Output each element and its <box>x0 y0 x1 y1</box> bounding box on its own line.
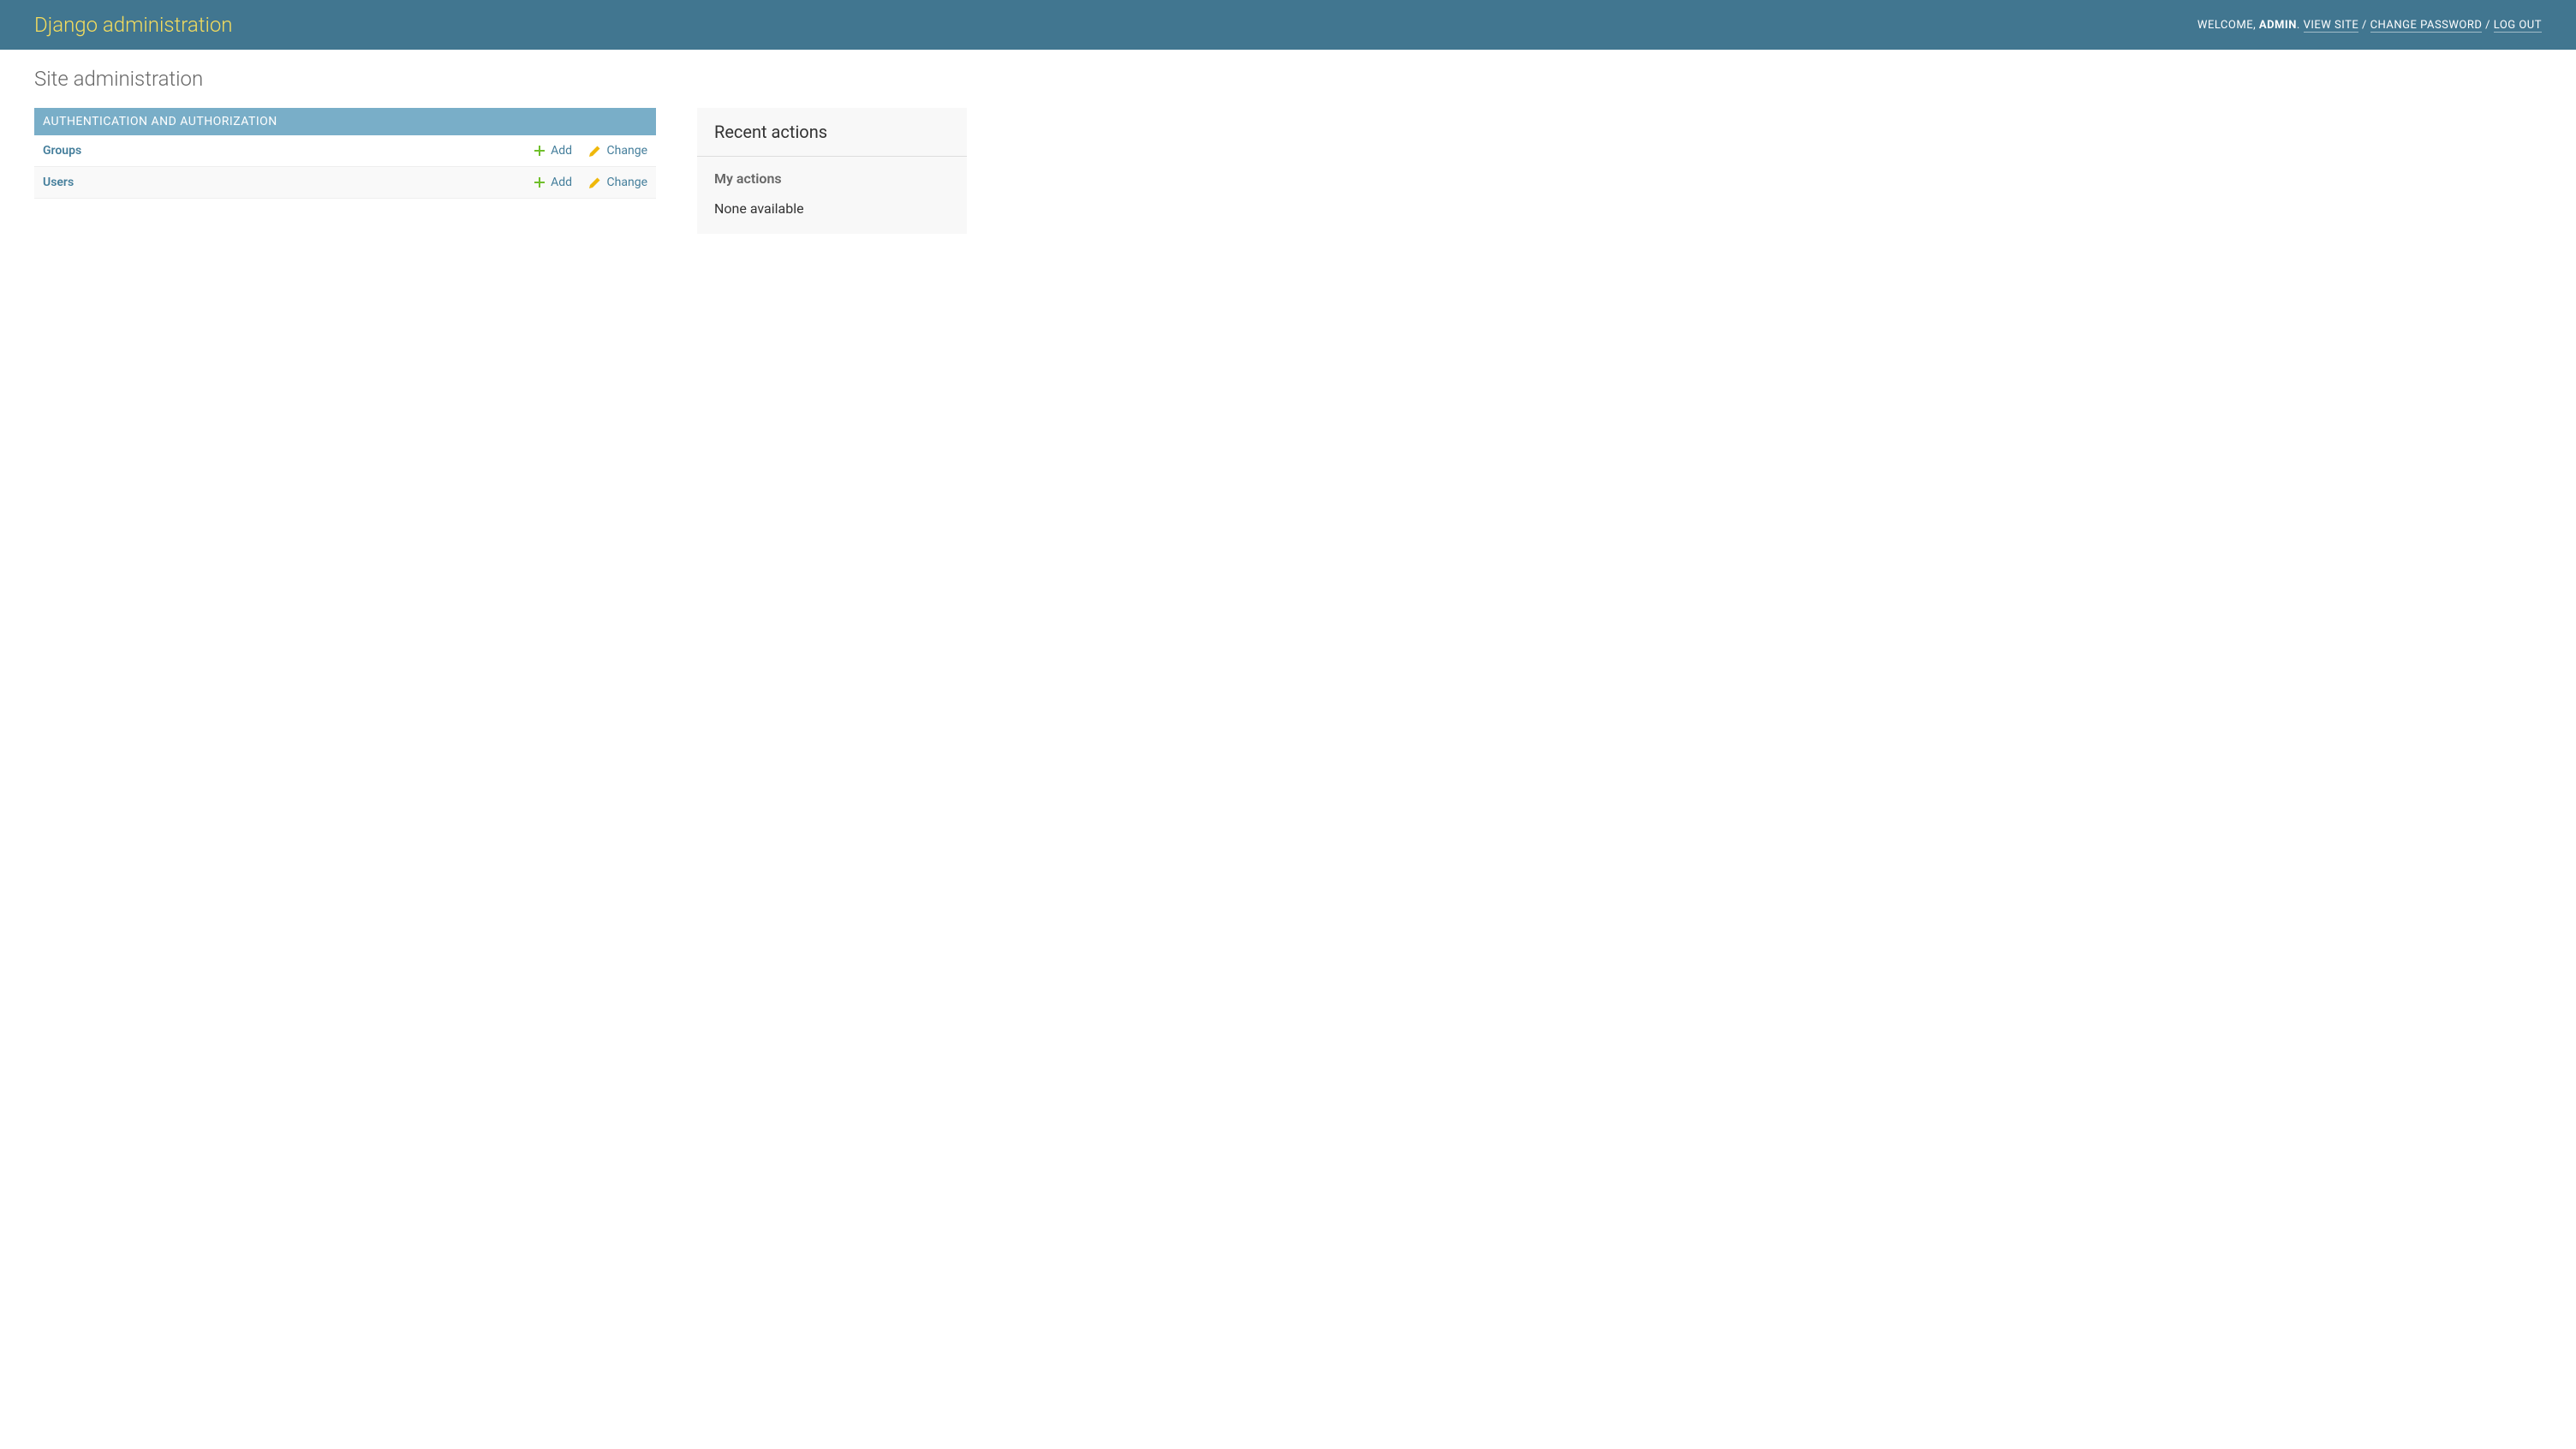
view-site-link[interactable]: VIEW SITE <box>2304 19 2359 33</box>
model-link-groups[interactable]: Groups <box>43 144 81 158</box>
page-title: Site administration <box>34 67 2542 91</box>
model-row: Users Add <box>34 167 656 199</box>
separator: . <box>2297 19 2304 32</box>
branding: Django administration <box>34 13 233 37</box>
pencil-icon <box>589 176 603 189</box>
change-password-link[interactable]: CHANGE PASSWORD <box>2370 19 2483 33</box>
my-actions-title: My actions <box>697 157 967 194</box>
plus-icon <box>534 144 547 158</box>
user-tools: WELCOME, ADMIN. VIEW SITE / CHANGE PASSW… <box>2197 19 2542 32</box>
module-caption: AUTHENTICATION AND AUTHORIZATION <box>34 108 656 135</box>
username: ADMIN <box>2259 19 2297 32</box>
none-available-text: None available <box>697 194 967 234</box>
add-link-groups[interactable]: Add <box>534 144 572 158</box>
site-title-link[interactable]: Django administration <box>34 13 233 37</box>
separator: / <box>2485 19 2494 32</box>
change-link-users[interactable]: Change <box>589 176 647 189</box>
logout-link[interactable]: LOG OUT <box>2494 19 2542 33</box>
header: Django administration WELCOME, ADMIN. VI… <box>0 0 2576 50</box>
add-label: Add <box>551 176 572 189</box>
content-main: AUTHENTICATION AND AUTHORIZATION Groups … <box>34 108 656 216</box>
separator: / <box>2362 19 2370 32</box>
welcome-text: WELCOME, <box>2197 19 2259 32</box>
change-label: Change <box>607 144 647 158</box>
recent-actions-title: Recent actions <box>697 108 967 157</box>
model-row: Groups Add <box>34 135 656 167</box>
pencil-icon <box>589 144 603 158</box>
plus-icon <box>534 176 547 189</box>
content-related: Recent actions My actions None available <box>697 108 967 234</box>
change-label: Change <box>607 176 647 189</box>
recent-actions-module: Recent actions My actions None available <box>697 108 967 234</box>
add-label: Add <box>551 144 572 158</box>
change-link-groups[interactable]: Change <box>589 144 647 158</box>
content: Site administration AUTHENTICATION AND A… <box>0 50 2576 251</box>
add-link-users[interactable]: Add <box>534 176 572 189</box>
app-module-auth: AUTHENTICATION AND AUTHORIZATION Groups … <box>34 108 656 199</box>
model-link-users[interactable]: Users <box>43 176 74 189</box>
app-caption-link[interactable]: AUTHENTICATION AND AUTHORIZATION <box>43 115 277 128</box>
